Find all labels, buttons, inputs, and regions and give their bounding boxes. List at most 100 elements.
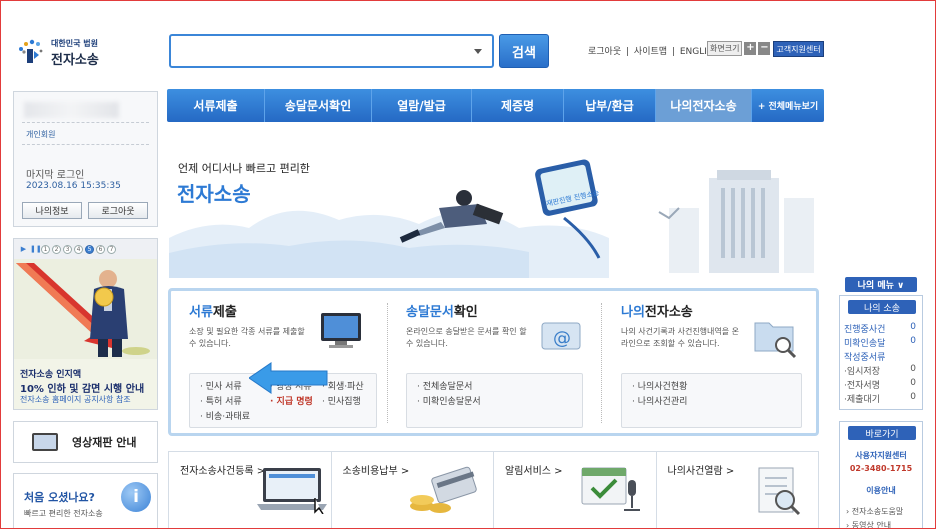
- logo-title: 전자소송: [51, 53, 99, 68]
- search-input[interactable]: [169, 34, 494, 68]
- service-panel: 서류제출 소장 및 필요한 각종 서류를 제출할 수 있습니다. · 민사 서류…: [168, 288, 819, 436]
- hero-title: 전자소송: [177, 182, 251, 206]
- banner-page-2[interactable]: 2: [52, 244, 61, 254]
- notice-banner[interactable]: ▶ ❚❚ 1 2 3 4 5 6 7 전자소송 인지액 10% 인하 및 감면 …: [13, 238, 158, 410]
- monitor-icon: [321, 313, 361, 348]
- banner-page-1[interactable]: 1: [41, 244, 50, 254]
- document-search-icon: [758, 467, 800, 516]
- my-case-box: 나의 소송 진행중사건 0 미확인송달 0 작성중서류 ·임시저장 0 ·전자서명 0 …: [839, 295, 923, 410]
- font-plus-button[interactable]: +: [744, 42, 757, 55]
- monitor-icon: [32, 433, 58, 451]
- font-minus-button[interactable]: −: [758, 42, 771, 55]
- search-button[interactable]: 검색: [499, 34, 549, 68]
- list-item[interactable]: · 민사 서류: [200, 380, 250, 395]
- banner-line-2: 10% 인하 및 감면 시행 안내: [20, 384, 145, 395]
- chevron-down-icon[interactable]: [474, 49, 482, 54]
- fee-payment-link[interactable]: 소송비용납부 >: [332, 452, 494, 528]
- service-desc: 나의 사건기록과 사건진행내역을 온라인으로 조회할 수 있습니다.: [621, 327, 740, 348]
- nav-item-payment[interactable]: 납부/환급: [564, 89, 656, 122]
- member-type: 개인회원: [26, 130, 56, 139]
- case-row-in-progress[interactable]: 진행중사건 0: [844, 322, 916, 335]
- list-item[interactable]: · 민사집행: [322, 395, 364, 410]
- hero-tagline: 언제 어디서나 빠르고 편리한: [178, 162, 310, 175]
- login-panel: 개인회원 마지막 로그인 2023.08.16 15:35:35 나의정보 로그…: [13, 91, 158, 227]
- last-login-label: 마지막 로그인: [26, 170, 85, 181]
- divider: [601, 303, 602, 423]
- nav-item-my-lawsuit[interactable]: 나의전자소송: [656, 89, 752, 122]
- folder-search-icon: [754, 322, 797, 359]
- help-link[interactable]: › 전자소송도움말: [846, 506, 903, 517]
- video-trial-button[interactable]: 영상재판 안내: [13, 421, 158, 463]
- service-desc: 소장 및 필요한 각종 서류를 제출할 수 있습니다.: [189, 327, 305, 348]
- case-row-temp-saved[interactable]: ·임시저장 0: [844, 364, 916, 377]
- hero-illustration: 재판진행 진행소송: [169, 159, 814, 278]
- shortcut-header: 바로가기: [848, 426, 916, 440]
- list-item[interactable]: · 특허 서류: [200, 395, 250, 410]
- mail-icon: @: [541, 322, 581, 350]
- banner-page-3[interactable]: 3: [63, 244, 72, 254]
- case-view-link[interactable]: 나의사건열람 >: [657, 452, 819, 528]
- nav-item-document-submit[interactable]: 서류제출: [167, 89, 265, 122]
- logout-link[interactable]: 로그아웃: [588, 47, 621, 57]
- case-register-label: 전자소송사건등록 >: [180, 466, 266, 477]
- service-check-list: · 전체송달문서 · 미확인송달문서: [406, 373, 583, 428]
- court-logo[interactable]: 대한민국 법원 전자소송: [15, 35, 135, 69]
- banner-page-4[interactable]: 4: [74, 244, 83, 254]
- help-center-button[interactable]: 고객지원센터: [773, 41, 824, 57]
- main-nav: 서류제출 송달문서확인 열람/발급 제증명 납부/환급 나의전자소송 + 전체메…: [167, 89, 824, 122]
- list-item[interactable]: · 미확인송달문서: [417, 395, 572, 410]
- logo-subtitle: 대한민국 법원: [51, 39, 98, 48]
- my-menu-toggle[interactable]: 나의 메뉴 ∨: [845, 277, 917, 292]
- play-icon[interactable]: ▶: [19, 245, 28, 253]
- info-icon: i: [121, 482, 151, 512]
- nav-item-service-check[interactable]: 송달문서확인: [265, 89, 372, 122]
- font-size-control: 화면크기 + −: [707, 41, 771, 56]
- case-register-link[interactable]: 전자소송사건등록 >: [169, 452, 332, 528]
- quick-services: 전자소송사건등록 > 소송비용납부 > 알림서비스 > 나의사건열람 >: [168, 451, 819, 528]
- sitemap-link[interactable]: 사이트맵: [634, 47, 667, 57]
- pause-icon[interactable]: ❚❚: [30, 245, 42, 253]
- calendar-mic-icon: [581, 467, 640, 511]
- user-name-blurred: [24, 102, 119, 118]
- shortcut-box: 바로가기 사용자지원센터 02-3480-1715 이용안내 › 전자소송도움말…: [839, 421, 923, 528]
- banner-illustration: [14, 259, 157, 359]
- divider: [22, 122, 149, 123]
- service-my-lawsuit: 나의전자소송 나의 사건기록과 사건진행내역을 온라인으로 조회할 수 있습니다…: [621, 301, 806, 431]
- banner-controls: ▶ ❚❚ 1 2 3 4 5 6 7: [14, 239, 157, 259]
- banner-page-5[interactable]: 5: [85, 244, 94, 254]
- banner-page-7[interactable]: 7: [107, 244, 116, 254]
- first-visit-sub: 빠르고 편리한 전자소송: [24, 509, 103, 518]
- usage-guide-link[interactable]: 이용안내: [840, 485, 922, 496]
- list-item[interactable]: · 비송·과태료: [200, 410, 250, 425]
- support-phone: 02-3480-1715: [849, 464, 913, 473]
- first-visit-question: 처음 오셨나요?: [24, 491, 95, 504]
- svg-text:@: @: [553, 328, 571, 349]
- nav-item-view-issue[interactable]: 열람/발급: [372, 89, 472, 122]
- laptop-icon: [257, 468, 327, 514]
- nav-item-certificate[interactable]: 제증명: [472, 89, 564, 122]
- nav-all-menu[interactable]: + 전체메뉴보기: [752, 89, 824, 122]
- link-separator: |: [671, 47, 675, 57]
- link-separator: |: [626, 47, 630, 57]
- case-row-pending[interactable]: ·제출대기 0: [844, 392, 916, 405]
- list-item[interactable]: · 전체송달문서: [417, 380, 572, 395]
- banner-page-6[interactable]: 6: [96, 244, 105, 254]
- list-item[interactable]: · 지급 명령: [270, 395, 313, 410]
- video-guide-link[interactable]: › 동영상 안내: [846, 520, 891, 528]
- service-desc: 온라인으로 송달받은 문서를 확인 할 수 있습니다.: [406, 327, 527, 348]
- my-case-header: 나의 소송: [848, 300, 916, 314]
- font-size-label: 화면크기: [707, 41, 743, 56]
- list-item[interactable]: · 나의사건관리: [632, 395, 791, 410]
- case-row-unconfirmed[interactable]: 미확인송달 0: [844, 336, 916, 349]
- case-row-e-signed[interactable]: ·전자서명 0: [844, 378, 916, 391]
- case-row-drafting[interactable]: 작성중서류: [844, 350, 916, 363]
- first-visit-box[interactable]: 처음 오셨나요? 빠르고 편리한 전자소송 i: [13, 473, 158, 528]
- last-login-time: 2023.08.16 15:35:35: [26, 181, 121, 191]
- support-center-label: 사용자지원센터: [855, 451, 907, 460]
- logout-button[interactable]: 로그아웃: [88, 202, 148, 219]
- service-document-check: 송달문서확인 온라인으로 송달받은 문서를 확인 할 수 있습니다. @ · 전…: [406, 301, 591, 431]
- my-info-button[interactable]: 나의정보: [22, 202, 82, 219]
- list-item[interactable]: · 나의사건현황: [632, 380, 791, 395]
- alert-service-link[interactable]: 알림서비스 >: [494, 452, 657, 528]
- arrow-icon: [249, 362, 328, 394]
